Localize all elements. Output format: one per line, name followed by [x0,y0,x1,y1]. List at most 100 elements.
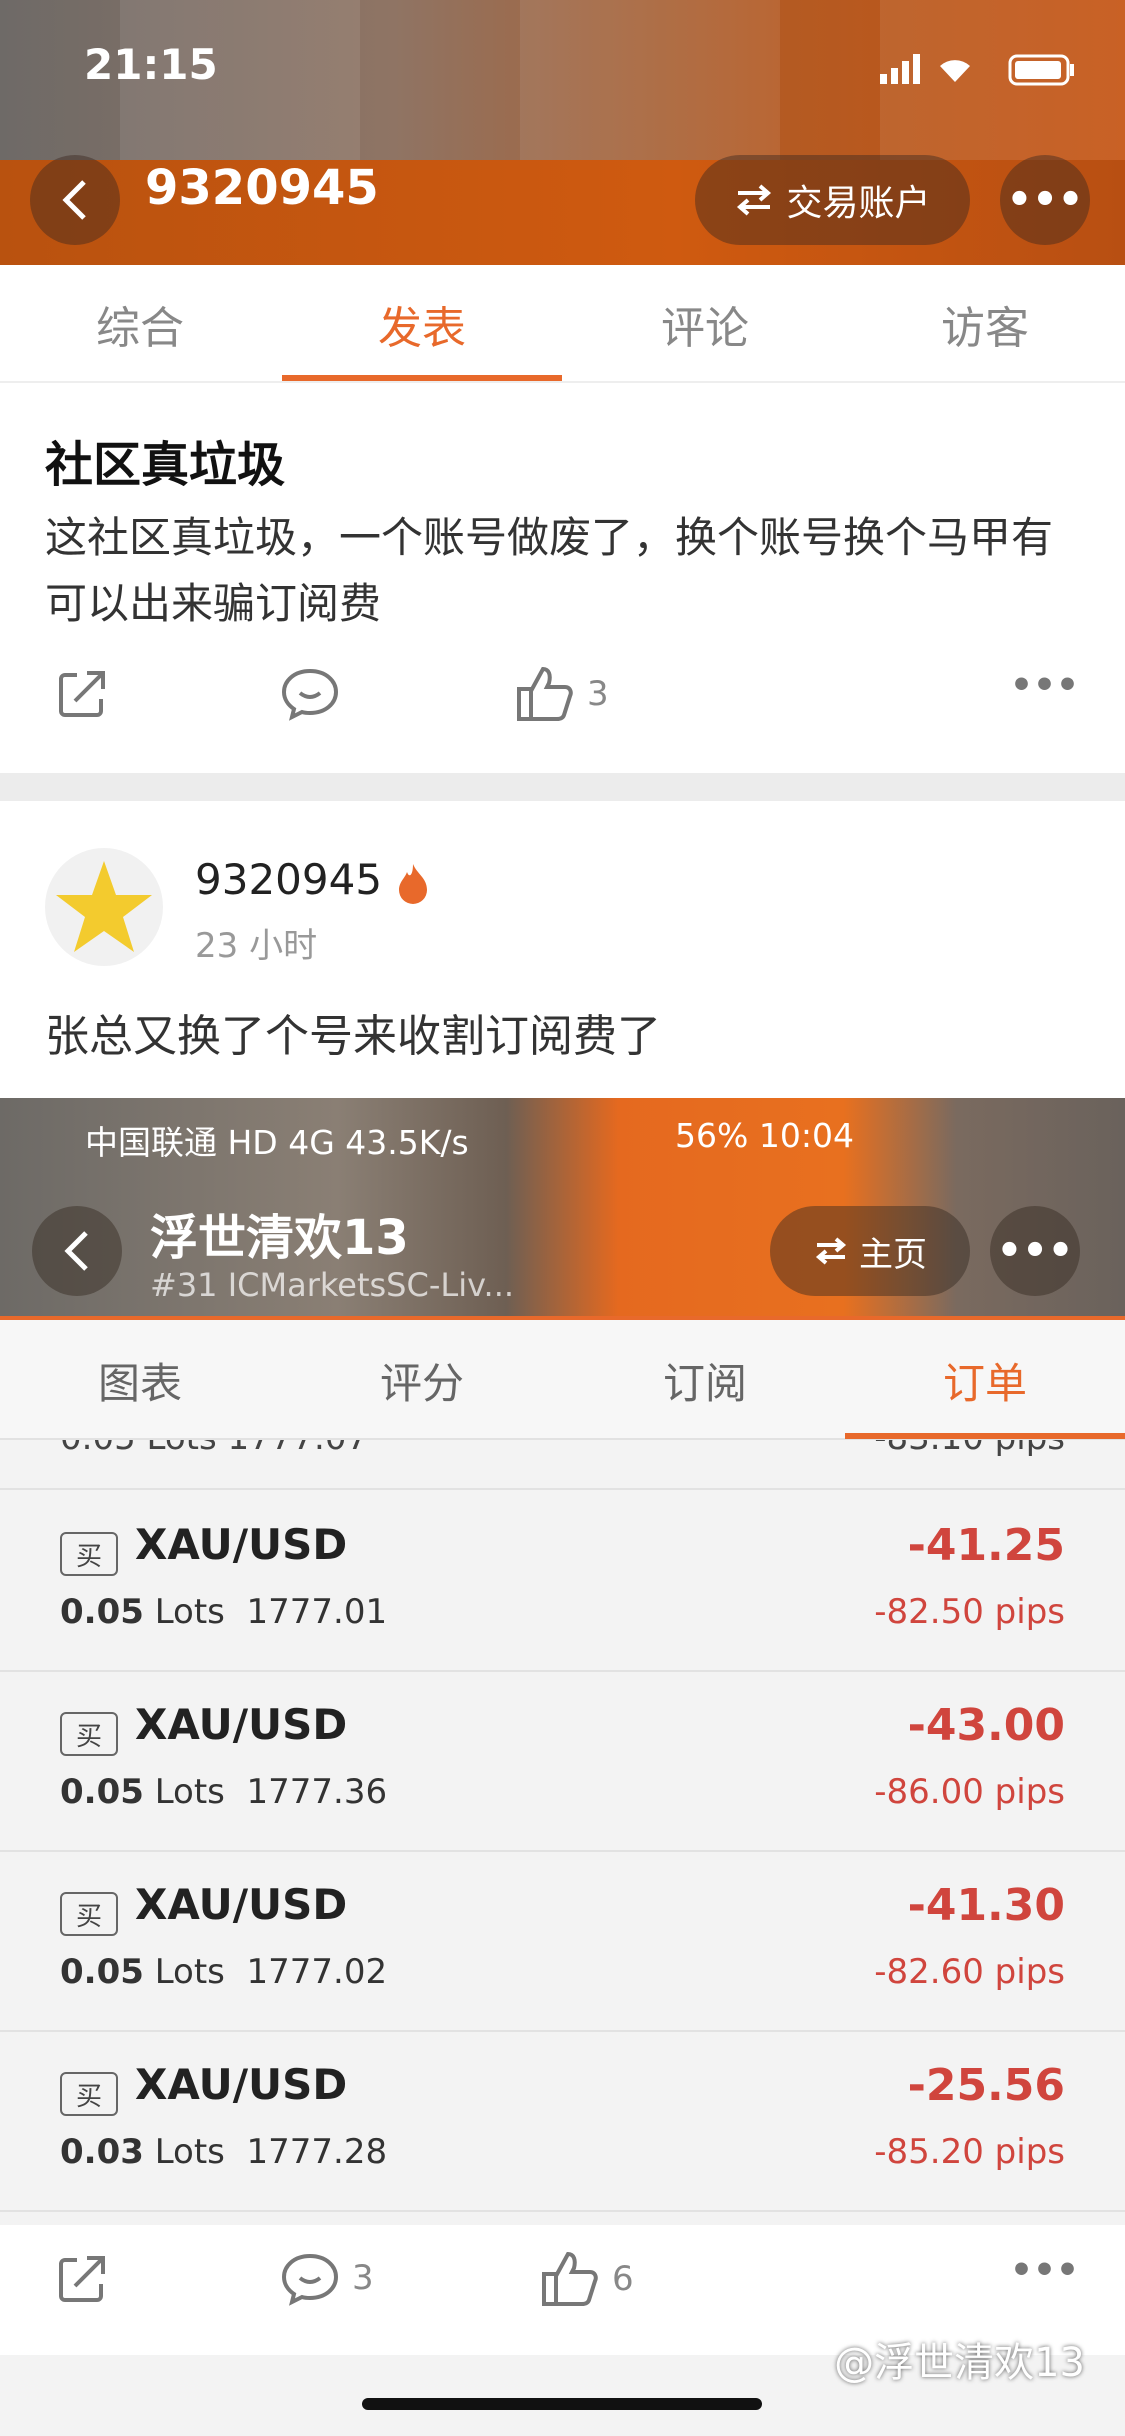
tab-chart: 图表 [97,1358,182,1408]
buy-badge: 买 [60,1892,118,1936]
order-symbol: XAU/USD [135,1700,348,1749]
order-pips: -85.20 pips [874,2132,1065,2172]
tab-overview[interactable]: 综合 [0,265,280,383]
lots-value: 0.05 [60,1952,144,1992]
post-title: 社区真垃圾 [45,437,286,493]
post-body: 张总又换了个号来收割订阅费了 [45,1011,661,1062]
tab-comments[interactable]: 评论 [565,265,845,383]
thumbs-up-icon [517,666,573,721]
profile-tabs: 综合 发表 评论 访客 [0,265,1125,383]
lots-unit: Lots [154,2132,225,2172]
tab-visitors[interactable]: 访客 [845,265,1125,383]
like-count: 6 [612,2259,634,2299]
lots-value: 0.05 [60,1592,144,1632]
like-button[interactable]: 3 [515,665,609,723]
share-button[interactable] [55,2250,111,2306]
post-more-button[interactable]: ••• [1010,665,1079,706]
order-symbol: XAU/USD [135,2060,348,2109]
lots-value: 0.03 [60,2132,144,2172]
order-lots: 0.03 Lots 1777.28 [60,2132,387,2172]
like-count: 3 [587,674,609,714]
embedded-tabs: 图表 评分 订阅 订单 [0,1320,1125,1440]
status-icons [880,54,1074,86]
embedded-active-tab-indicator [845,1433,1125,1439]
post-time: 23 小时 [195,926,318,966]
embedded-status-right: 56% 10:04 [675,1116,854,1155]
partial-order-row: 0.05 Lots 1777.07 -83.10 pips [0,1440,1125,1490]
embedded-account-server: #31 ICMarketsSC-Liv... [150,1266,515,1304]
buy-badge: 买 [60,1712,118,1756]
active-tab-indicator [282,375,562,381]
buy-badge: 买 [60,1532,118,1576]
post-separator [0,773,1125,801]
embedded-back-button [32,1206,122,1296]
order-row: 买 XAU/USD 0.05 Lots 1777.01 -41.25 -82.5… [0,1492,1125,1672]
tab-orders: 订单 [942,1358,1027,1408]
order-pips: -82.60 pips [874,1952,1065,1992]
order-lots: 0.05 Lots 1777.02 [60,1952,387,1992]
order-row: 买 XAU/USD 0.05 Lots 1777.02 -41.30 -82.6… [0,1852,1125,2032]
comment-count: 3 [352,2258,374,2298]
chevron-left-icon [64,1231,88,1271]
embedded-home-label: 主页 [859,1234,927,1275]
order-lots: 0.05 Lots 1777.36 [60,1772,387,1812]
more-button[interactable]: ••• [1000,155,1090,245]
comment-icon [281,668,339,721]
embedded-screenshot[interactable]: 中国联通 HD 4G 43.5K/s 56% 10:04 浮世清欢13 #31 … [0,1098,1125,2225]
like-button[interactable]: 6 [540,2250,634,2308]
more-icon: ••• [1010,665,1080,706]
tab-rating: 评分 [379,1358,464,1408]
home-indicator[interactable] [362,2398,762,2410]
order-pnl: -25.56 [907,2060,1065,2111]
switch-account-label: 交易账户 [786,183,931,224]
watermark: @浮世清欢13 [834,2340,1085,2386]
comment-button[interactable] [280,665,340,721]
star-avatar-icon [56,861,152,952]
comment-icon [281,2253,339,2306]
order-lots: 0.05 Lots 1777.01 [60,1592,387,1632]
comment-button[interactable]: 3 [280,2250,374,2306]
avatar[interactable] [45,848,163,966]
order-pnl: -41.30 [907,1880,1065,1931]
share-button[interactable] [55,665,111,721]
tab-posts[interactable]: 发表 [282,265,562,383]
order-price: 1777.36 [246,1772,388,1812]
thumbs-up-icon [542,2251,598,2306]
chevron-left-icon [62,180,86,220]
post-author-name[interactable]: 9320945 [195,855,382,904]
embedded-more-button: ••• [990,1206,1080,1296]
share-icon [59,671,105,717]
fire-badge-icon [399,864,427,904]
lots-unit: Lots [154,1772,225,1812]
embedded-status-left: 中国联通 HD 4G 43.5K/s [85,1123,469,1162]
post-body: 这社区真垃圾，一个账号做废了，换个账号换个马甲有可以出来骗订阅费 [45,513,1054,628]
order-price: 1777.01 [246,1592,388,1632]
tab-subscribe: 订阅 [662,1358,747,1408]
order-symbol: XAU/USD [135,1520,348,1569]
order-pnl: -43.00 [907,1700,1065,1751]
switch-account-button[interactable]: 交易账户 [695,155,970,245]
embedded-home-button: 主页 [770,1206,970,1296]
swap-icon [815,1237,847,1265]
share-icon [59,2256,105,2302]
post-more-button[interactable]: ••• [1010,2250,1079,2291]
order-symbol: XAU/USD [135,1880,348,1929]
order-row: 买 XAU/USD 0.03 Lots 1777.28 -25.56 -85.2… [0,2032,1125,2212]
more-icon: ••• [996,1228,1074,1274]
lots-unit: Lots [154,1952,225,1992]
partial-order-lots: 0.05 Lots 1777.07 [60,1440,368,1458]
profile-user-id: 9320945 [145,160,379,216]
order-price: 1777.02 [246,1952,388,1992]
lots-value: 0.05 [60,1772,144,1812]
back-button[interactable] [30,155,120,245]
more-icon: ••• [1010,2250,1080,2291]
post-actions: 3 ••• [0,665,1125,745]
order-pips: -82.50 pips [874,1592,1065,1632]
status-time: 21:15 [84,40,218,89]
more-icon: ••• [1006,177,1084,223]
order-price: 1777.28 [246,2132,388,2172]
buy-badge: 买 [60,2072,118,2116]
embedded-user-name: 浮世清欢13 [150,1210,409,1266]
partial-order-pips: -83.10 pips [874,1440,1065,1458]
post-actions: 3 6 ••• [0,2250,1125,2330]
